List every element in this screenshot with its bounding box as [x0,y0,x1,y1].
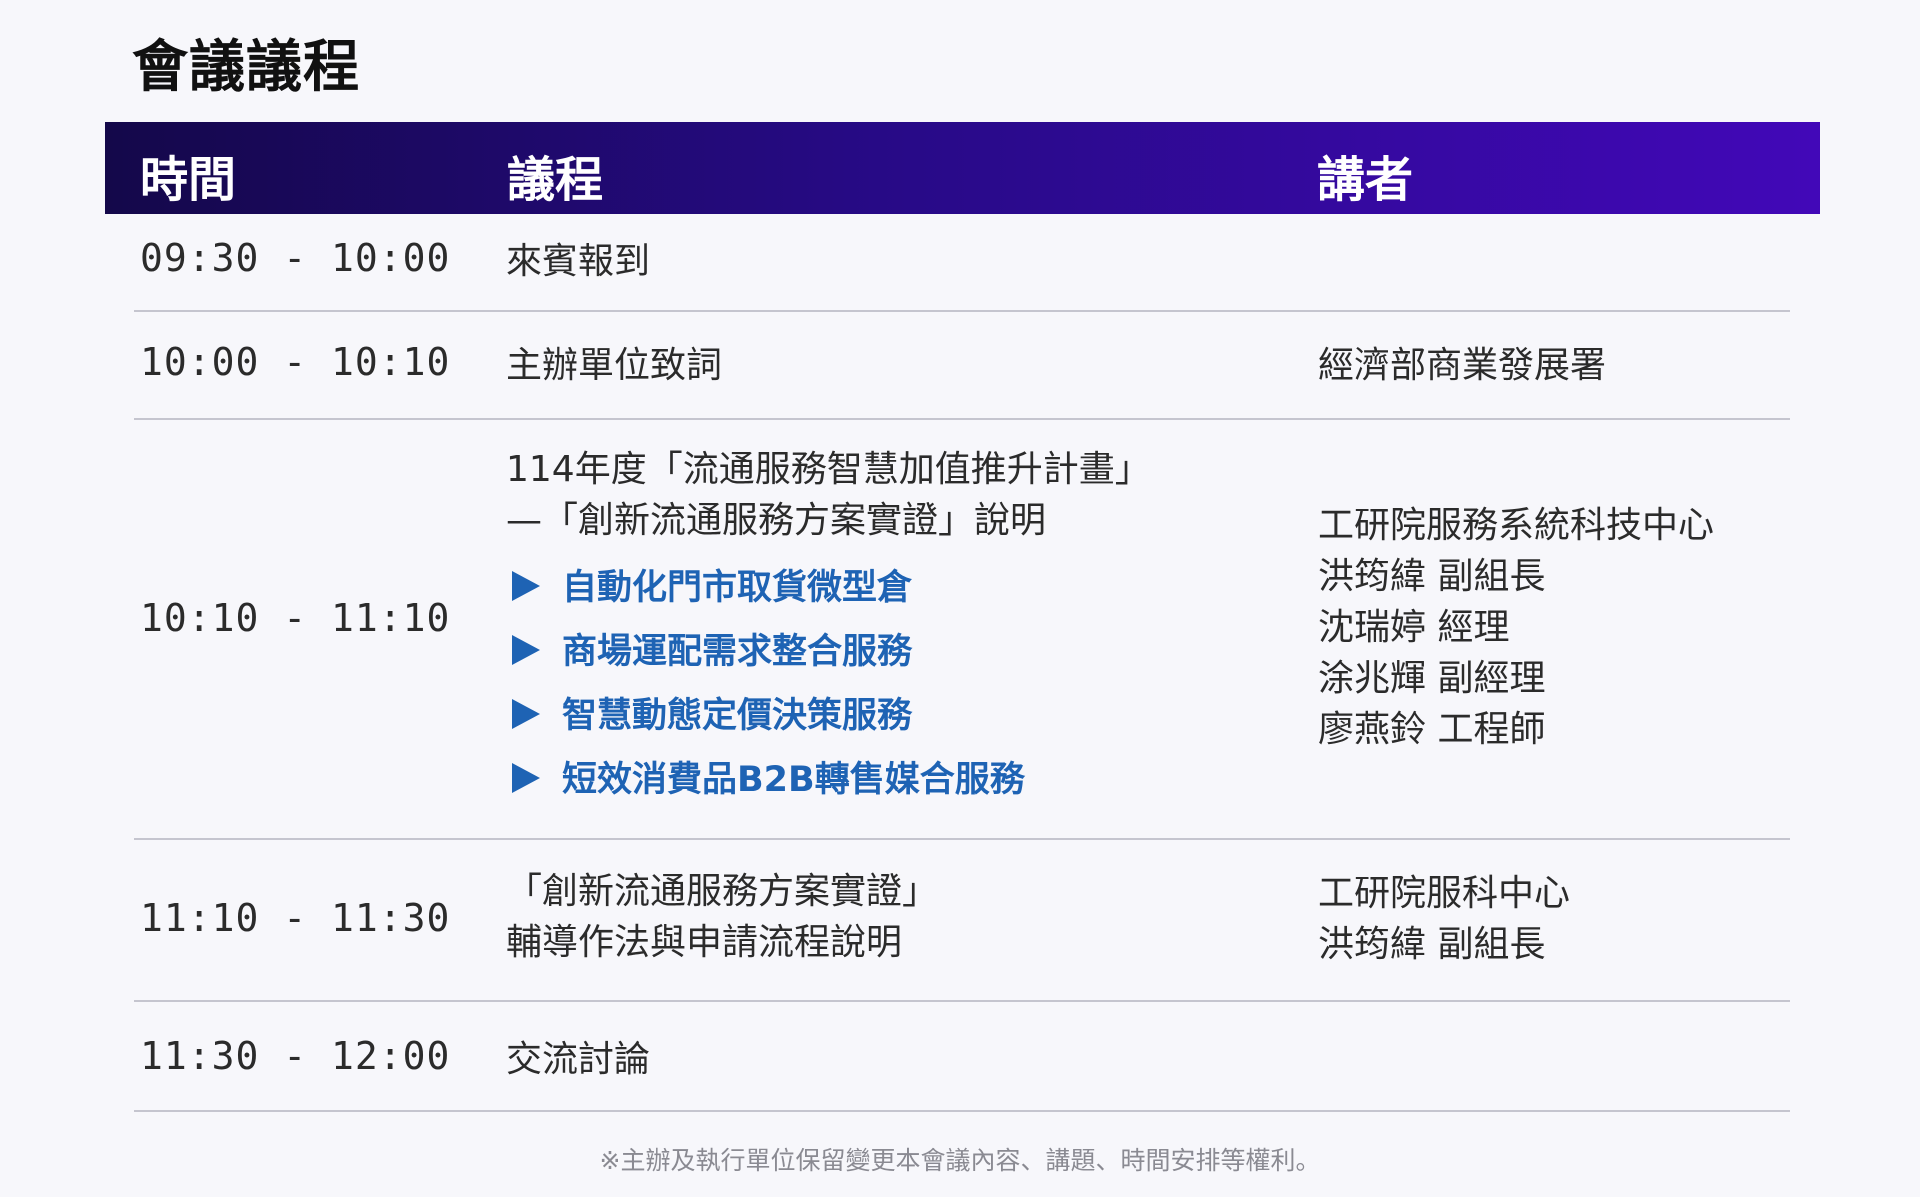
row-time: 11:30 - 12:00 [140,1034,451,1078]
footnote: ※主辦及執行單位保留變更本會議內容、講題、時間安排等權利。 [599,1146,1321,1175]
topic-line: 交流討論 [506,1039,651,1080]
play-triangle-icon [512,571,540,601]
sub-item-label: 短效消費品B2B轉售媒合服務 [562,760,1025,800]
topic-line: 114年度「流通服務智慧加值推升計畫」 [506,449,1151,490]
agenda-row-registration: 09:30 - 10:00 來賓報到 [134,214,1790,312]
speaker-line: 廖燕鈴 工程師 [1318,709,1546,750]
agenda-row-discussion: 11:30 - 12:00 交流討論 [134,1002,1790,1112]
topic-line: 輔導作法與申請流程說明 [506,922,903,963]
sub-item: 智慧動態定價決策服務 [506,684,1151,748]
row-topic: 114年度「流通服務智慧加值推升計畫」 —「創新流通服務方案實證」說明 自動化門… [506,444,1151,812]
topic-line: 來賓報到 [506,241,651,282]
speaker-line: 工研院服務系統科技中心 [1318,505,1715,546]
row-time: 10:10 - 11:10 [140,596,451,640]
play-triangle-icon [512,699,540,729]
row-time: 11:10 - 11:30 [140,896,451,940]
row-topic: 「創新流通服務方案實證」 輔導作法與申請流程說明 [506,866,938,968]
agenda-table-header: 時間 議程 講者 [105,122,1820,214]
header-time: 時間 [140,152,237,208]
sub-item: 自動化門市取貨微型倉 [506,556,1151,620]
speaker-line: 沈瑞婷 經理 [1318,607,1510,648]
sub-item-label: 智慧動態定價決策服務 [562,696,913,736]
sub-item: 商場運配需求整合服務 [506,620,1151,684]
speaker-line: 工研院服科中心 [1318,873,1571,914]
speaker-line: 涂兆輝 副經理 [1318,658,1546,699]
page-title: 會議議程 [132,35,360,100]
topic-line: 「創新流通服務方案實證」 [506,871,939,912]
speaker-line: 洪筠緯 副組長 [1318,556,1546,597]
topic-line: 主辦單位致詞 [506,345,723,386]
row-time: 10:00 - 10:10 [140,340,451,384]
sub-item-label: 自動化門市取貨微型倉 [562,568,913,608]
row-time: 09:30 - 10:00 [140,236,451,280]
play-triangle-icon [512,635,540,665]
agenda-row-guidance: 11:10 - 11:30 「創新流通服務方案實證」 輔導作法與申請流程說明 工… [134,840,1790,1002]
topic-line: —「創新流通服務方案實證」說明 [506,500,1047,541]
row-topic: 來賓報到 [506,236,650,287]
header-topic: 議程 [507,152,604,208]
row-topic: 交流討論 [506,1034,650,1085]
header-speaker: 講者 [1317,152,1414,208]
agenda-row-program-briefing: 10:10 - 11:10 114年度「流通服務智慧加值推升計畫」 —「創新流通… [134,420,1790,840]
speaker-line: 洪筠緯 副組長 [1318,924,1546,965]
row-speaker: 工研院服務系統科技中心 洪筠緯 副組長 沈瑞婷 經理 涂兆輝 副經理 廖燕鈴 工… [1318,500,1714,755]
sub-item-label: 商場運配需求整合服務 [562,632,913,672]
play-triangle-icon [512,763,540,793]
speaker-line: 經濟部商業發展署 [1318,345,1607,386]
sub-item: 短效消費品B2B轉售媒合服務 [506,748,1151,812]
agenda-row-opening: 10:00 - 10:10 主辦單位致詞 經濟部商業發展署 [134,312,1790,420]
row-topic: 主辦單位致詞 [506,340,722,391]
row-speaker: 工研院服科中心 洪筠緯 副組長 [1318,868,1570,970]
row-speaker: 經濟部商業發展署 [1318,340,1606,391]
